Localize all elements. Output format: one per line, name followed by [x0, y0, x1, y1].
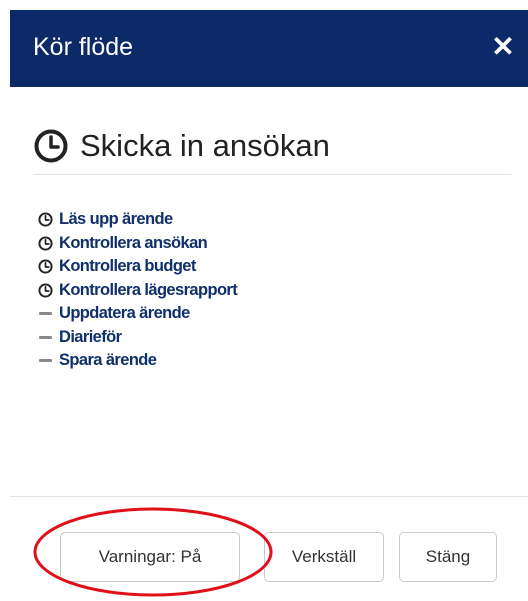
step-label[interactable]: Diarieför — [59, 328, 122, 347]
dash-icon — [38, 330, 53, 345]
section-title-text: Skicka in ansökan — [80, 128, 330, 163]
step-label[interactable]: Kontrollera ansökan — [59, 234, 208, 253]
clock-icon — [38, 236, 53, 251]
clock-icon — [38, 212, 53, 227]
close-icon[interactable]: ✕ — [488, 32, 518, 62]
dialog-header: Kör flöde ✕ — [10, 10, 528, 87]
warnings-toggle-button[interactable]: Varningar: På — [60, 532, 240, 582]
step-item[interactable]: Kontrollera ansökan — [38, 232, 237, 256]
step-item[interactable]: Kontrollera lägesrapport — [38, 279, 238, 303]
section-title: Skicka in ansökan — [34, 126, 330, 166]
step-label[interactable]: Kontrollera lägesrapport — [59, 281, 238, 300]
clock-icon — [38, 259, 53, 274]
dash-icon — [38, 353, 53, 368]
step-label[interactable]: Spara ärende — [59, 351, 157, 370]
title-divider — [34, 174, 511, 175]
step-item[interactable]: Läs upp ärende — [38, 208, 237, 232]
dash-icon — [38, 306, 53, 321]
step-label[interactable]: Kontrollera budget — [59, 257, 196, 276]
clock-icon — [34, 129, 68, 163]
dialog-title: Kör flöde — [33, 33, 134, 61]
step-item[interactable]: Kontrollera budget — [38, 255, 237, 279]
footer-divider — [10, 496, 528, 497]
step-item[interactable]: Spara ärende — [38, 349, 237, 373]
step-label[interactable]: Läs upp ärende — [59, 210, 173, 229]
step-item[interactable]: Uppdatera ärende — [38, 302, 237, 326]
step-label[interactable]: Uppdatera ärende — [59, 304, 190, 323]
close-button[interactable]: Stäng — [399, 532, 497, 582]
clock-icon — [38, 283, 53, 298]
step-list: Läs upp ärende Kontrollera ansökan Kontr… — [38, 208, 238, 373]
step-item[interactable]: Diarieför — [38, 326, 237, 350]
apply-button[interactable]: Verkställ — [264, 532, 384, 582]
